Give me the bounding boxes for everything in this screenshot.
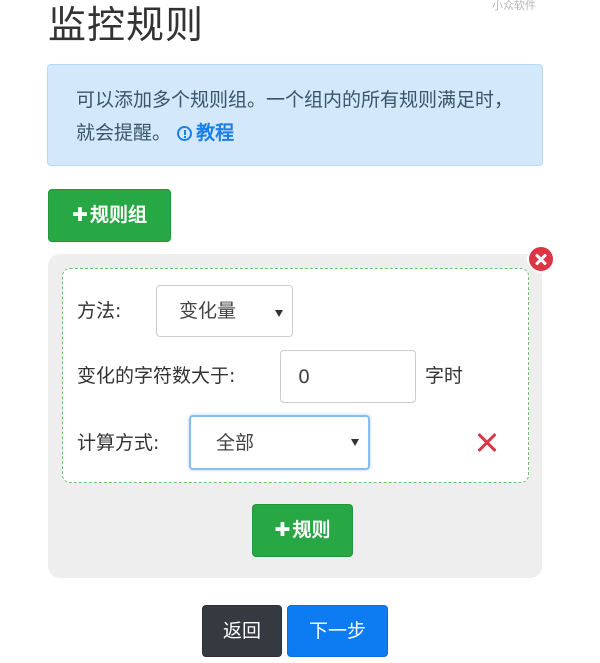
info-alert-text: 可以添加多个规则组。一个组内的所有规则满足时，就会提醒。 — [76, 89, 514, 144]
back-button[interactable]: 返回 — [202, 605, 282, 657]
calc-method-select[interactable]: 全部 — [189, 415, 370, 470]
caret-down-icon — [275, 310, 283, 317]
char-count-suffix: 字时 — [425, 365, 464, 387]
tutorial-link[interactable]: 教程 — [177, 122, 234, 144]
add-rule-group-button[interactable]: ✚ 规则组 — [48, 189, 171, 242]
method-select[interactable]: 变化量 — [156, 285, 293, 337]
next-step-button[interactable]: 下一步 — [287, 605, 388, 657]
add-rule-button[interactable]: ✚ 规则 — [252, 504, 353, 557]
page-title: 监控规则 — [48, 3, 205, 47]
caret-down-icon — [351, 439, 359, 446]
info-alert: 可以添加多个规则组。一个组内的所有规则满足时，就会提醒。 教程 — [47, 64, 543, 166]
add-rule-label: 规则 — [292, 519, 331, 541]
tutorial-link-label: 教程 — [196, 122, 235, 144]
plus-icon: ✚ — [72, 204, 88, 226]
plus-icon: ✚ — [274, 519, 291, 541]
char-count-label: 变化的字符数大于: — [77, 365, 236, 387]
close-group-icon[interactable] — [527, 245, 555, 273]
watermark-text: 小众软件 — [492, 0, 536, 12]
calc-method-select-value: 全部 — [216, 432, 255, 454]
delete-rule-icon[interactable] — [476, 432, 498, 454]
info-circle-icon — [177, 126, 193, 141]
add-rule-group-label: 规则组 — [89, 204, 147, 226]
calc-method-label: 计算方式: — [77, 432, 160, 454]
char-count-input[interactable] — [280, 350, 416, 403]
method-select-value: 变化量 — [179, 300, 237, 322]
method-label: 方法: — [77, 300, 122, 322]
